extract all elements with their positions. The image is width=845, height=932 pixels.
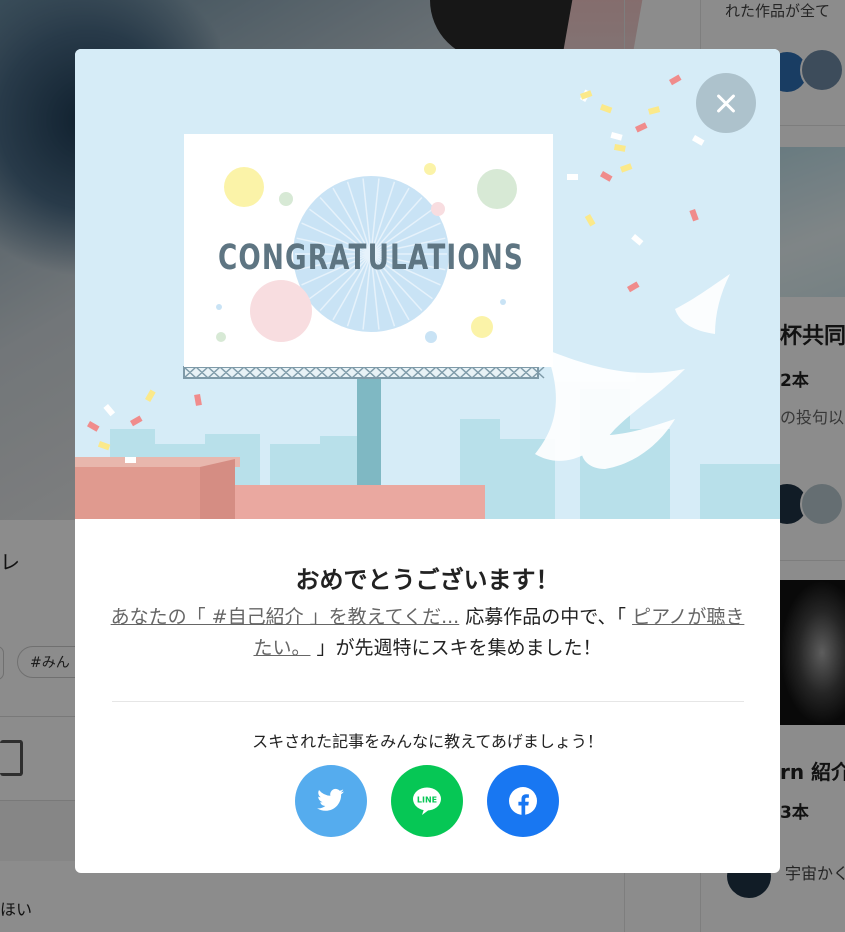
confetti-piece bbox=[599, 104, 613, 114]
share-twitter-button[interactable] bbox=[295, 765, 367, 837]
message-text: 応募作品の中で、「 bbox=[459, 606, 633, 628]
confetti-piece bbox=[86, 421, 100, 432]
share-caption: スキされた記事をみんなに教えてあげましょう！ bbox=[252, 732, 603, 751]
confetti-piece bbox=[610, 132, 623, 141]
confetti-piece bbox=[145, 389, 156, 402]
confetti-piece bbox=[130, 415, 143, 427]
contest-link[interactable]: あなたの「 #自己紹介 」を教えてくだ... bbox=[111, 606, 460, 628]
confetti-piece bbox=[103, 404, 116, 417]
twitter-icon bbox=[317, 788, 344, 811]
congratulations-illustration: CONGRATULATIONS bbox=[75, 49, 780, 519]
confetti-piece bbox=[692, 135, 705, 146]
confetti-piece bbox=[567, 174, 578, 180]
confetti-piece bbox=[194, 394, 202, 406]
confetti-piece bbox=[620, 163, 633, 173]
confetti-piece bbox=[635, 122, 648, 133]
billboard-text: CONGRATULATIONS bbox=[218, 238, 524, 278]
share-line-button[interactable]: LINE bbox=[391, 765, 463, 837]
billboard-truss bbox=[183, 366, 545, 379]
share-facebook-button[interactable] bbox=[487, 765, 559, 837]
white-birds bbox=[535, 274, 730, 469]
facebook-icon bbox=[509, 787, 537, 815]
confetti-piece bbox=[600, 171, 613, 182]
line-icon-label: LINE bbox=[417, 796, 437, 805]
close-button[interactable] bbox=[696, 73, 756, 133]
line-icon: LINE bbox=[413, 787, 441, 815]
confetti-piece bbox=[631, 233, 644, 246]
billboard-illustration: CONGRATULATIONS bbox=[75, 74, 780, 519]
share-buttons: LINE bbox=[295, 765, 560, 837]
modal-title: おめでとうございます！ bbox=[295, 566, 560, 594]
confetti-piece bbox=[648, 106, 661, 115]
modal-message: あなたの「 #自己紹介 」を教えてくだ... 応募作品の中で、「 ピアノが聴きた… bbox=[110, 602, 745, 664]
message-text: 」が先週特にスキを集めました！ bbox=[310, 637, 602, 659]
confetti-piece bbox=[689, 209, 699, 222]
confetti-piece bbox=[125, 457, 136, 463]
rooftop bbox=[200, 459, 235, 519]
congratulations-modal: CONGRATULATIONS おめでとうございます！ あなたの「 #自己紹介 … bbox=[75, 49, 780, 873]
confetti-piece bbox=[584, 213, 596, 227]
divider bbox=[112, 701, 744, 702]
rooftop bbox=[75, 467, 200, 519]
confetti-piece bbox=[627, 281, 640, 293]
confetti-piece bbox=[669, 74, 682, 86]
rooftop bbox=[235, 485, 485, 519]
confetti-piece bbox=[613, 144, 626, 152]
confetti-piece bbox=[97, 441, 111, 451]
